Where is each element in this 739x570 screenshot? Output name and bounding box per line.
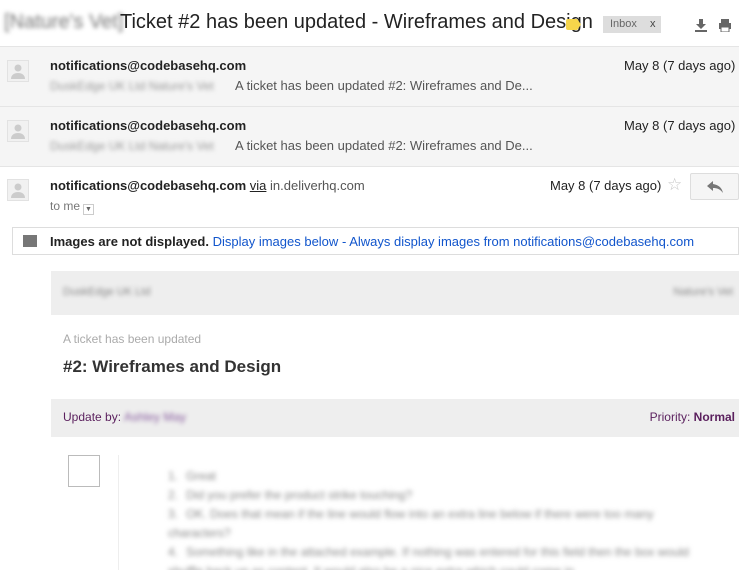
reply-button[interactable] [690, 173, 739, 200]
sender-name: notifications@codebasehq.com [50, 58, 247, 73]
ticket-subtitle: A ticket has been updated [63, 332, 202, 346]
divider [118, 455, 119, 570]
always-display-images-link[interactable]: Always display images from notifications… [349, 234, 694, 249]
company-name-blurred: DuskEdge UK Ltd [63, 286, 151, 298]
image-icon [23, 235, 37, 247]
message-date: May 8 (7 days ago) [550, 178, 662, 193]
email-header-band: DuskEdge UK Ltd Nature's Vet [51, 271, 739, 315]
reply-icon [707, 181, 723, 193]
sender-avatar [7, 120, 29, 142]
list-item: 3. OK. Does that mean if the line would f… [168, 507, 654, 540]
remove-label-button[interactable]: x [650, 18, 656, 30]
print-icon[interactable] [718, 18, 732, 32]
subject-title: Ticket #2 has been updated - Wireframes … [120, 11, 593, 33]
priority-value: Normal [693, 410, 735, 424]
project-name-blurred: Nature's Vet [673, 286, 733, 298]
collapsed-message[interactable]: notifications@codebasehq.com DuskEdge UK… [0, 46, 739, 106]
recipient-line: to me ▼ [50, 199, 95, 215]
message-snippet: A ticket has been updated #2: Wireframes… [235, 138, 533, 153]
ticket-title: #2: Wireframes and Design [63, 357, 282, 376]
update-notes-blurred: 1. Great 2. Did you prefer the product str… [168, 467, 708, 570]
sender-line: notifications@codebasehq.com via in.deli… [50, 178, 365, 193]
snippet-blurred: DuskEdge UK Ltd Nature's Vet [50, 79, 214, 93]
recipient-text: to me [50, 199, 81, 213]
list-item: 1. Great [168, 469, 217, 483]
star-icon[interactable]: ☆ [667, 176, 685, 194]
updater-avatar [68, 455, 100, 487]
download-icon[interactable] [694, 18, 708, 32]
snippet-blurred: DuskEdge UK Ltd Nature's Vet [50, 139, 214, 153]
sender-avatar [7, 60, 29, 82]
inbox-label-chip[interactable]: Inbox x [603, 16, 661, 33]
message-date: May 8 (7 days ago) [624, 58, 736, 73]
subject-bar: [Nature's Vet] Ticket #2 has been update… [0, 0, 739, 46]
via-domain: in.deliverhq.com [270, 178, 365, 193]
message-snippet: A ticket has been updated #2: Wireframes… [235, 78, 533, 93]
list-item: 2. Did you prefer the product strike touc… [168, 488, 413, 502]
update-author-blurred: Ashley May [124, 410, 187, 424]
sender-name: notifications@codebasehq.com [50, 118, 247, 133]
priority-label: Priority: [649, 410, 691, 424]
message-date: May 8 (7 days ago) [624, 118, 736, 133]
subject-label-blurred: [Nature's Vet] [4, 11, 124, 33]
priority: Priority: Normal [650, 410, 735, 424]
collapsed-message[interactable]: notifications@codebasehq.com DuskEdge UK… [0, 106, 739, 166]
update-by-label: Update by: [63, 410, 122, 424]
link-separator: - [341, 234, 347, 249]
images-notice: Images are not displayed. [50, 234, 209, 249]
sender-avatar [7, 179, 29, 201]
open-message: notifications@codebasehq.com via in.deli… [0, 166, 739, 570]
show-details-dropdown[interactable]: ▼ [83, 204, 95, 215]
display-images-link[interactable]: Display images below [213, 234, 339, 249]
sender-name: notifications@codebasehq.com [50, 178, 247, 193]
inbox-label-text: Inbox [610, 18, 637, 30]
via-link[interactable]: via [250, 178, 267, 193]
images-not-displayed-bar: Images are not displayed. Display images… [12, 227, 739, 255]
list-item: 4. Something like in the attached example… [168, 545, 689, 570]
update-bar: Update by: Ashley May Priority: Normal [51, 399, 739, 437]
